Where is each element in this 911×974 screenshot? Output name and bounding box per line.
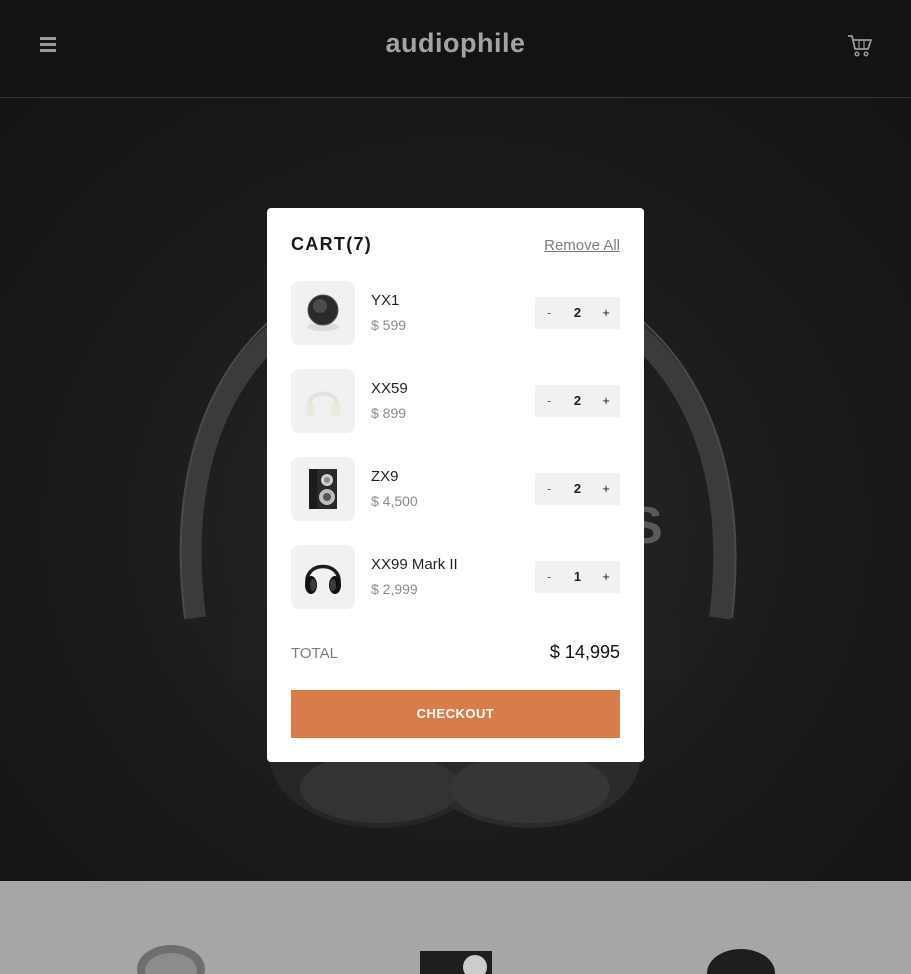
product-thumbnail	[291, 369, 355, 433]
total-label: TOTAL	[291, 645, 338, 662]
increment-button[interactable]: +	[592, 561, 620, 593]
increment-button[interactable]: +	[592, 297, 620, 329]
decrement-button[interactable]: -	[535, 473, 563, 505]
cart-modal: CART(7) Remove All YX1 $ 599 - 2 + XX59 …	[267, 208, 644, 762]
quantity-stepper: - 2 +	[535, 297, 620, 329]
category-thumbnails	[137, 945, 775, 974]
cart-item: ZX9 $ 4,500 - 2 +	[291, 457, 620, 521]
quantity-value: 2	[573, 393, 582, 408]
item-price: $ 599	[371, 317, 407, 333]
quantity-stepper: - 2 +	[535, 473, 620, 505]
item-name: YX1	[371, 292, 400, 309]
checkout-button[interactable]: CHECKOUT	[291, 690, 620, 738]
category-strip	[0, 881, 911, 974]
item-name: XX99 Mark II	[371, 556, 458, 573]
decrement-button[interactable]: -	[535, 385, 563, 417]
site-logo[interactable]: audiophile	[0, 28, 911, 59]
cart-title: CART(7)	[291, 234, 373, 254]
total-value: $ 14,995	[549, 642, 620, 662]
quantity-value: 2	[573, 305, 582, 320]
item-price: $ 4,500	[371, 493, 418, 509]
quantity-value: 2	[573, 481, 582, 496]
item-name: ZX9	[371, 468, 399, 485]
item-name: XX59	[371, 380, 408, 397]
product-thumbnail	[291, 457, 355, 521]
item-price: $ 2,999	[371, 581, 418, 597]
product-thumbnail	[291, 545, 355, 609]
page: audiophile S CART(7) Remove All YX1 $ 59…	[0, 0, 911, 974]
cart-item: XX59 $ 899 - 2 +	[291, 369, 620, 433]
shopping-cart-icon[interactable]	[847, 34, 873, 58]
quantity-stepper: - 1 +	[535, 561, 620, 593]
quantity-value: 1	[573, 569, 582, 584]
cart-item: YX1 $ 599 - 2 +	[291, 281, 620, 345]
site-header: audiophile	[0, 0, 911, 98]
product-thumbnail	[291, 281, 355, 345]
decrement-button[interactable]: -	[535, 561, 563, 593]
increment-button[interactable]: +	[592, 385, 620, 417]
decrement-button[interactable]: -	[535, 297, 563, 329]
cart-item: XX99 Mark II $ 2,999 - 1 +	[291, 545, 620, 609]
item-price: $ 899	[371, 405, 407, 421]
quantity-stepper: - 2 +	[535, 385, 620, 417]
increment-button[interactable]: +	[592, 473, 620, 505]
remove-all-link[interactable]: Remove All	[544, 237, 620, 254]
